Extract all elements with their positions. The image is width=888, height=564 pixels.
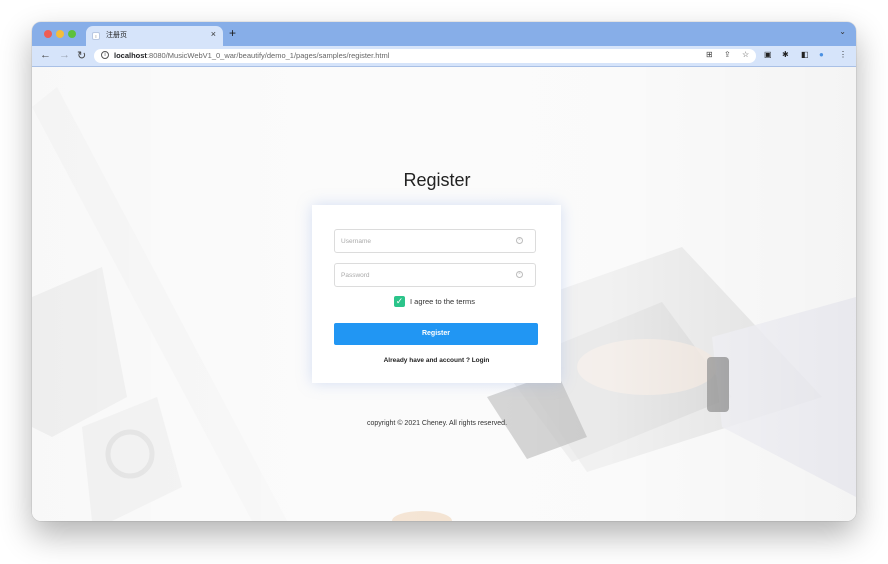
url-text[interactable]: localhost:8080/MusicWebV1_0_war/beautify… [114, 51, 389, 60]
page-title: Register [403, 170, 471, 190]
forward-arrow-icon[interactable]: → [59, 49, 70, 61]
clear-icon[interactable]: × [516, 237, 523, 244]
browser-window: ı 注册页 × + ⌄ ← → ↻ i localhost:8080/Music… [32, 22, 856, 521]
profile-avatar-icon[interactable]: ● [819, 50, 824, 59]
close-window-button[interactable] [44, 30, 52, 38]
extensions-puzzle-icon[interactable]: ✱ [782, 50, 789, 59]
browser-toolbar: ← → ↻ i localhost:8080/MusicWebV1_0_war/… [32, 46, 856, 67]
register-button[interactable]: Register [334, 323, 538, 345]
reading-mode-icon[interactable]: ▣ [764, 50, 772, 59]
minimize-window-button[interactable] [56, 30, 64, 38]
reload-icon[interactable]: ↻ [77, 49, 86, 62]
address-bar[interactable]: i localhost:8080/MusicWebV1_0_war/beauti… [94, 49, 756, 63]
share-icon[interactable]: ⇪ [724, 50, 731, 59]
side-panel-icon[interactable]: ◧ [801, 50, 809, 59]
new-tab-button[interactable]: + [229, 26, 236, 40]
back-arrow-icon[interactable]: ← [40, 49, 51, 61]
page-content: Register × × ✓ I agree to the terms Regi… [32, 67, 856, 521]
terms-checkbox[interactable]: ✓ [394, 296, 405, 307]
terms-label[interactable]: I agree to the terms [410, 297, 475, 306]
username-input[interactable] [341, 235, 511, 247]
tab-bar: ı 注册页 × + ⌄ [32, 22, 856, 46]
menu-kebab-icon[interactable]: ⋮ [839, 50, 847, 59]
favicon-icon: ı [92, 32, 100, 40]
tab-search-chevron-icon[interactable]: ⌄ [839, 27, 846, 36]
login-link[interactable]: Already have and account ? Login [312, 357, 561, 364]
maximize-window-button[interactable] [68, 30, 76, 38]
tab-title: 注册页 [106, 32, 127, 39]
password-input[interactable] [341, 269, 511, 281]
copyright-text: copyright © 2021 Cheney. All rights rese… [366, 420, 508, 427]
username-field[interactable]: × [334, 229, 536, 253]
site-info-icon[interactable]: i [101, 51, 109, 59]
translate-icon[interactable]: ⊞ [706, 50, 713, 59]
register-card: × × ✓ I agree to the terms Register Alre… [312, 205, 561, 383]
password-field[interactable]: × [334, 263, 536, 287]
tab-close-icon[interactable]: × [211, 29, 216, 39]
clear-icon[interactable]: × [516, 271, 523, 278]
browser-tab[interactable]: ı 注册页 × [86, 26, 223, 46]
bookmark-star-icon[interactable]: ☆ [742, 50, 749, 59]
